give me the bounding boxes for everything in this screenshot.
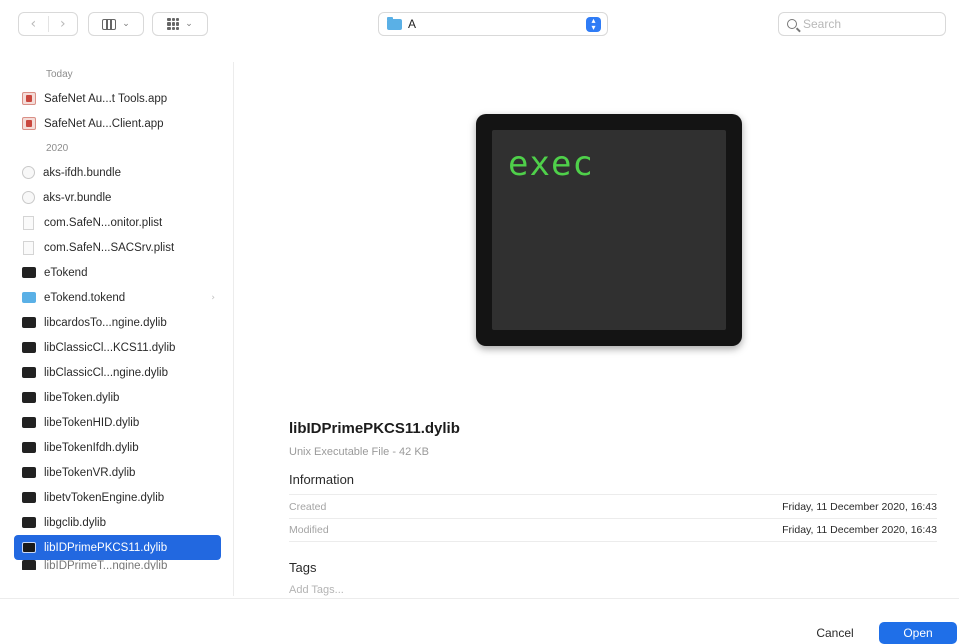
executable-icon — [22, 542, 36, 553]
forward-button[interactable]: › — [49, 16, 78, 32]
modified-label: Modified — [289, 524, 329, 536]
file-list-item-label: libClassicCl...ngine.dylib — [44, 366, 168, 379]
executable-preview-icon: exec — [476, 114, 742, 346]
chevron-down-icon: ⌄ — [122, 19, 130, 29]
toolbar: ‹ › ⌄ ⌄ A ▴ ▾ — [0, 0, 959, 48]
executable-icon — [22, 417, 36, 428]
file-list-item[interactable]: eTokend.tokend › — [0, 285, 233, 310]
plist-icon — [23, 240, 34, 255]
preview-pane: exec libIDPrimePKCS11.dylib Unix Executa… — [235, 48, 959, 598]
file-list-item[interactable]: com.SafeN...SACSrv.plist — [0, 235, 233, 260]
location-popup[interactable]: A ▴ ▾ — [378, 12, 608, 36]
column-view-button[interactable]: ⌄ — [88, 12, 144, 36]
file-list-item[interactable]: com.SafeN...onitor.plist — [0, 210, 233, 235]
executable-icon — [22, 442, 36, 453]
file-list-item-label: com.SafeN...onitor.plist — [44, 216, 163, 229]
file-list-item-label: libcardosTo...ngine.dylib — [44, 316, 167, 329]
bundle-icon — [22, 166, 35, 179]
tags-heading: Tags — [289, 560, 317, 575]
file-list-item[interactable]: libeTokenVR.dylib — [0, 460, 233, 485]
information-heading: Information — [289, 472, 355, 487]
file-name: libIDPrimePKCS11.dylib — [289, 420, 460, 437]
created-label: Created — [289, 500, 327, 513]
folder-icon — [22, 292, 36, 303]
executable-icon — [22, 317, 36, 328]
search-field[interactable] — [778, 12, 946, 36]
file-list-item[interactable]: aks-ifdh.bundle — [0, 160, 233, 185]
executable-icon — [22, 267, 36, 278]
file-list-item-label: libIDPrimePKCS11.dylib — [44, 541, 168, 554]
executable-icon — [22, 342, 36, 353]
open-button[interactable]: Open — [879, 622, 957, 644]
file-list-item[interactable]: SafeNet Au...Client.app — [0, 111, 233, 136]
search-input[interactable] — [803, 17, 933, 31]
modified-row: Modified Friday, 11 December 2020, 16:43 — [289, 518, 937, 542]
file-list-item[interactable]: libClassicCl...ngine.dylib — [0, 360, 233, 385]
file-list-item[interactable]: eTokend — [0, 260, 233, 285]
chevron-down-icon: ⌄ — [185, 19, 193, 29]
file-list-item[interactable]: libeTokenHID.dylib — [0, 410, 233, 435]
footer-divider — [0, 598, 959, 599]
folder-icon — [387, 16, 402, 30]
created-value: Friday, 11 December 2020, 16:43 — [782, 500, 937, 513]
columns-icon — [102, 18, 117, 30]
location-stepper-icon: ▴ ▾ — [586, 17, 601, 32]
file-list-item-label: aks-vr.bundle — [43, 191, 112, 204]
file-list-item[interactable]: libeToken.dylib — [0, 385, 233, 410]
file-list-item-label: libClassicCl...KCS11.dylib — [44, 341, 176, 354]
grid-icon — [167, 18, 180, 30]
executable-icon — [22, 560, 36, 570]
file-list-item-label: libeToken.dylib — [44, 391, 120, 404]
app-icon — [22, 117, 36, 130]
file-list-item-label: libeTokenIfdh.dylib — [44, 441, 139, 454]
file-kind: Unix Executable File - 42 KB — [289, 446, 430, 458]
file-list: Today SafeNet Au...t Tools.app SafeNet Au.… — [0, 62, 234, 596]
location-label: A — [408, 17, 417, 31]
file-list-item-label: libIDPrimeT...ngine.dylib — [44, 560, 168, 570]
file-list-item-label: eTokend.tokend — [44, 291, 126, 304]
app-icon — [22, 92, 36, 105]
file-list-item-label: libgclib.dylib — [44, 516, 107, 529]
executable-icon — [22, 467, 36, 478]
file-list-item[interactable]: libcardosTo...ngine.dylib — [0, 310, 233, 335]
group-view-button[interactable]: ⌄ — [152, 12, 208, 36]
bundle-icon — [22, 191, 35, 204]
file-list-item-label: com.SafeN...SACSrv.plist — [44, 241, 175, 254]
navigation-buttons: ‹ › — [18, 12, 78, 36]
file-list-item[interactable]: libIDPrimePKCS11.dylib — [14, 535, 221, 560]
created-row: Created Friday, 11 December 2020, 16:43 — [289, 494, 937, 518]
file-list-item[interactable]: libIDPrimeT...ngine.dylib — [0, 560, 233, 570]
file-list-item-label: libeTokenVR.dylib — [44, 466, 136, 479]
plist-icon — [23, 215, 34, 230]
file-list-item[interactable]: libeTokenIfdh.dylib — [0, 435, 233, 460]
modified-value: Friday, 11 December 2020, 16:43 — [782, 524, 937, 536]
exec-label: exec — [508, 144, 594, 184]
search-icon — [787, 19, 797, 29]
executable-icon — [22, 517, 36, 528]
group-heading: 2020 — [46, 143, 69, 154]
file-list-item[interactable]: aks-vr.bundle — [0, 185, 233, 210]
file-list-item-label: libetvTokenEngine.dylib — [44, 491, 165, 504]
terminal-screen: exec — [492, 130, 726, 330]
file-list-item[interactable]: libetvTokenEngine.dylib — [0, 485, 233, 510]
group-heading: Today — [46, 69, 73, 80]
back-button[interactable]: ‹ — [19, 16, 49, 32]
file-list-item[interactable]: libClassicCl...KCS11.dylib — [0, 335, 233, 360]
file-list-item-label: aks-ifdh.bundle — [43, 166, 121, 179]
file-list-item-label: libeTokenHID.dylib — [44, 416, 140, 429]
file-list-item[interactable]: libgclib.dylib — [0, 510, 233, 535]
executable-icon — [22, 492, 36, 503]
file-list-item-label: SafeNet Au...Client.app — [44, 117, 164, 130]
file-list-item[interactable]: SafeNet Au...t Tools.app — [0, 86, 233, 111]
file-list-item-label: SafeNet Au...t Tools.app — [44, 92, 168, 105]
chevron-right-icon: › — [211, 292, 215, 303]
executable-icon — [22, 367, 36, 378]
executable-icon — [22, 392, 36, 403]
add-tags-field[interactable]: Add Tags... — [289, 584, 344, 598]
cancel-button[interactable]: Cancel — [804, 622, 866, 644]
file-list-item-label: eTokend — [44, 266, 88, 279]
